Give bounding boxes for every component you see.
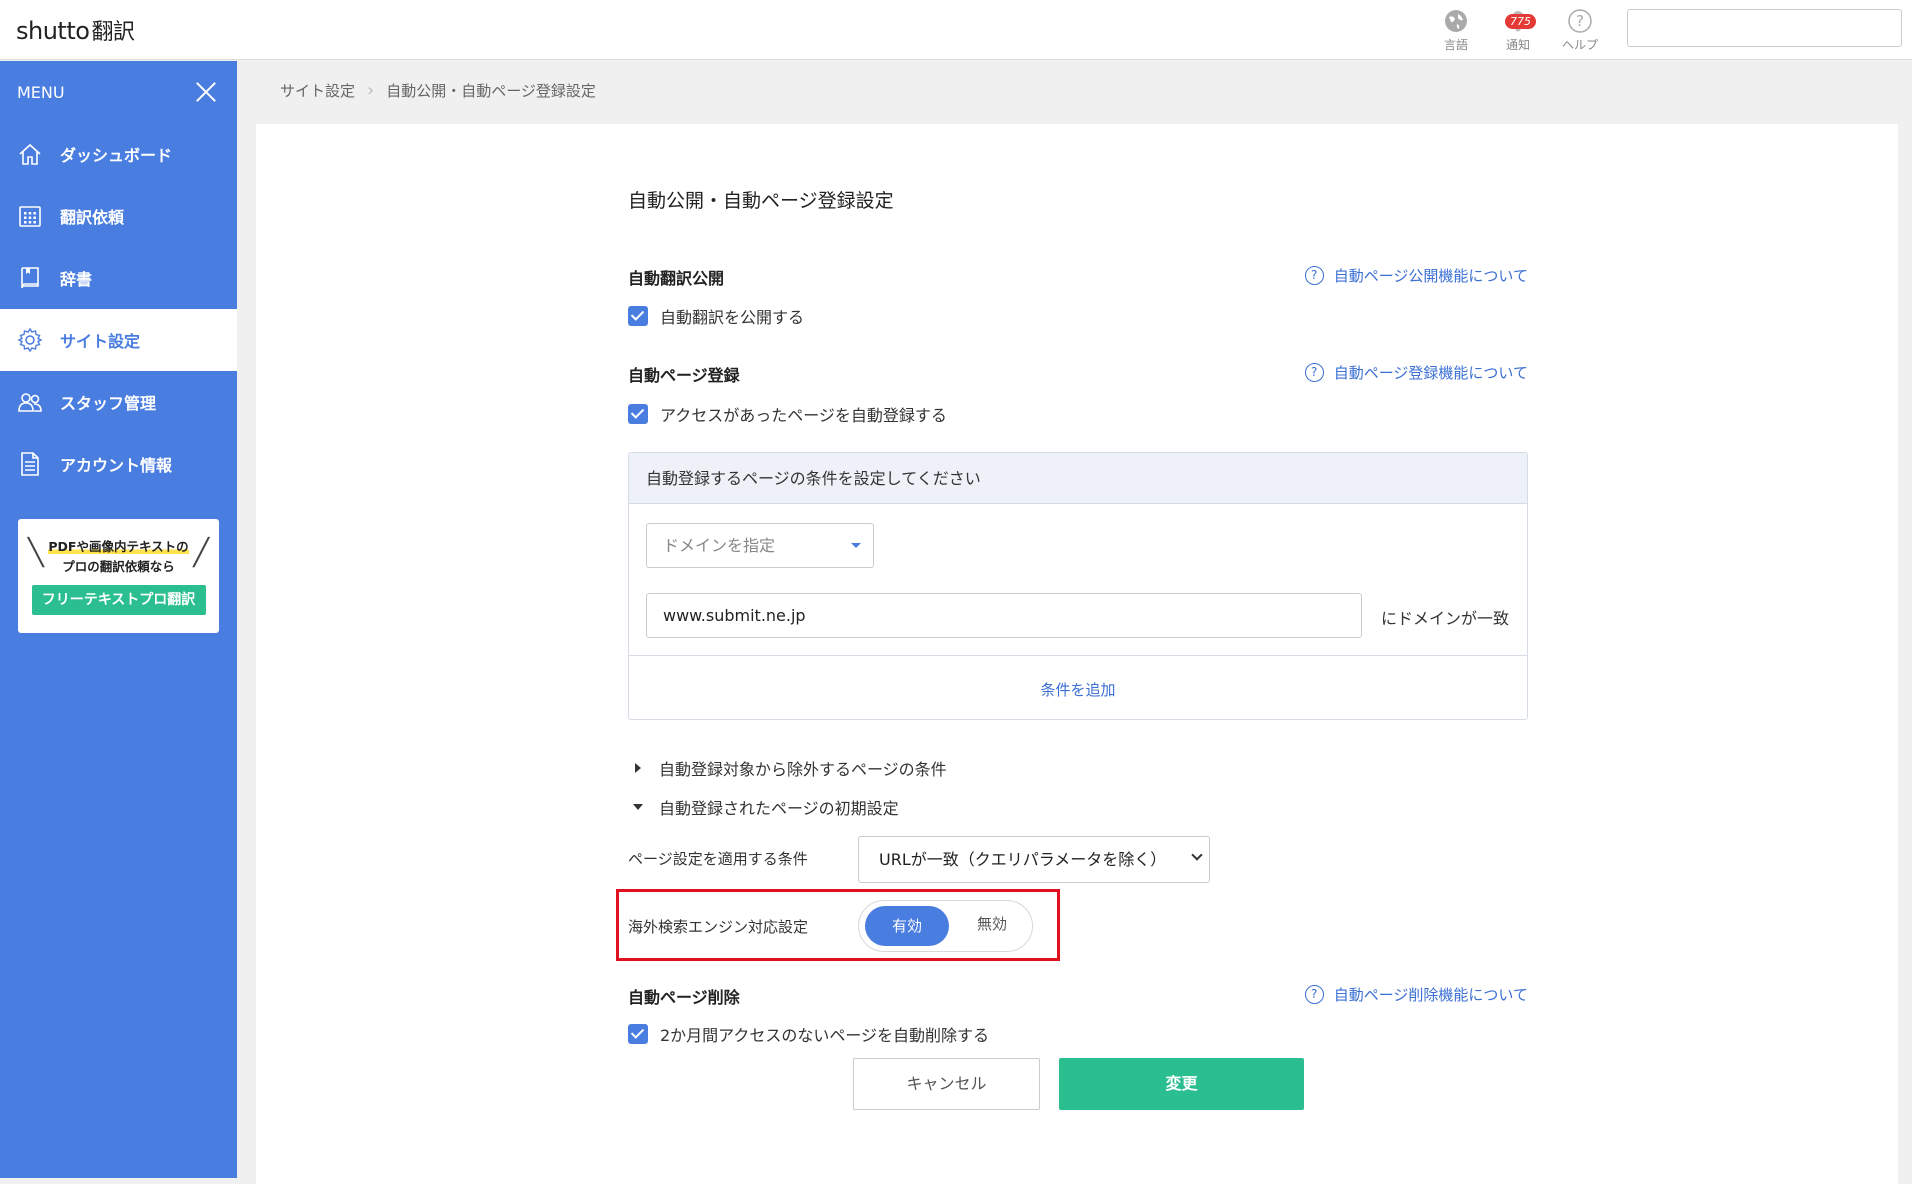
auto-delete-help-link[interactable]: ? 自動ページ削除機能について [1304,984,1528,1005]
toggle-label: 自動登録されたページの初期設定 [659,799,899,818]
seo-disabled-option[interactable]: 無効 [957,906,1027,946]
auto-delete-title: 自動ページ削除 [628,988,740,1007]
logo-text: shutto [16,17,90,45]
select-value: URLが一致（クエリパラメータを除く） [879,850,1167,869]
domain-type-select[interactable]: ドメインを指定 [646,523,874,568]
submit-button[interactable]: 変更 [1059,1058,1304,1110]
sidebar-item-label: 辞書 [60,270,93,289]
top-header: shutto翻訳 言語 775 通知 ? ヘルプ [0,0,1912,60]
auto-register-help-link[interactable]: ? 自動ページ登録機能について [1304,362,1528,383]
svg-text:?: ? [1576,12,1584,30]
free-text-translation-button[interactable]: フリーテキストプロ翻訳 [31,585,206,615]
page-condition-select[interactable]: URLが一致（クエリパラメータを除く） [858,836,1210,883]
breadcrumb: サイト設定 › 自動公開・自動ページ登録設定 [280,80,596,101]
checkbox-label: 2か月間アクセスのないページを自動削除する [660,1026,990,1045]
domain-input[interactable]: www.submit.ne.jp [646,593,1362,638]
promo-text: ╲ PDFや画像内テキストの プロの翻訳依頼なら ╱ [18,537,219,577]
caret-down-icon [633,804,643,810]
help-link-label: 自動ページ削除機能について [1333,986,1528,1004]
auto-publish-title: 自動翻訳公開 [628,269,725,288]
caret-down-icon [851,543,861,548]
users-icon [16,388,44,416]
header-search-input[interactable] [1627,9,1902,47]
sidebar-item-label: アカウント情報 [60,456,173,475]
help-link-label: 自動ページ公開機能について [1333,267,1528,285]
seo-toggle[interactable]: 有効 無効 [858,900,1033,952]
app-logo[interactable]: shutto翻訳 [16,14,135,46]
initial-settings-toggle[interactable]: 自動登録されたページの初期設定 [631,795,899,819]
help-link-label: 自動ページ登録機能について [1333,364,1528,382]
sidebar-item-label: ダッシュボード [60,146,173,165]
auto-delete-checkbox-row[interactable]: 2か月間アクセスのないページを自動削除する [628,1022,989,1046]
bell-icon: 775 [1505,8,1536,34]
auto-delete-checkbox[interactable] [628,1024,648,1044]
select-placeholder: ドメインを指定 [663,536,776,555]
main-panel: 自動公開・自動ページ登録設定 自動翻訳公開 ? 自動ページ公開機能について 自動… [256,124,1898,1184]
language-label: 言語 [1443,38,1468,52]
auto-register-checkbox[interactable] [628,404,648,424]
auto-register-title: 自動ページ登録 [628,366,740,385]
question-circle-icon: ? [1304,266,1324,285]
divider [629,655,1527,656]
condition-box: 自動登録するページの条件を設定してください ドメインを指定 www.submit… [628,452,1528,720]
notification-badge: 775 [1505,14,1536,29]
globe-icon [1443,8,1469,34]
help-menu[interactable]: ? ヘルプ [1556,6,1604,53]
notification-label: 通知 [1505,38,1530,52]
sidebar-item-label: スタッフ管理 [60,394,157,413]
book-icon [16,264,44,292]
breadcrumb-current: 自動公開・自動ページ登録設定 [386,82,596,100]
sidebar-item-staff-management[interactable]: スタッフ管理 [0,371,237,433]
sidebar-item-translation-request[interactable]: 翻訳依頼 [0,185,237,247]
question-circle-icon: ? [1304,985,1324,1004]
gear-icon [16,326,44,354]
exclude-conditions-toggle[interactable]: 自動登録対象から除外するページの条件 [631,756,947,780]
auto-publish-checkbox[interactable] [628,306,648,326]
auto-register-checkbox-row[interactable]: アクセスがあったページを自動登録する [628,402,947,426]
promo-line-2: プロの翻訳依頼なら [62,559,175,574]
seo-setting-label: 海外検索エンジン対応設定 [628,918,809,936]
chevron-right-icon: › [367,80,375,101]
logo-jp-text: 翻訳 [91,20,135,45]
language-menu[interactable]: 言語 [1432,6,1480,53]
help-label: ヘルプ [1561,38,1598,52]
document-icon [16,450,44,478]
auto-publish-checkbox-row[interactable]: 自動翻訳を公開する [628,304,804,328]
promo-line-1: PDFや画像内テキストの [48,539,189,554]
cancel-button[interactable]: キャンセル [853,1058,1040,1110]
sidebar: MENU ダッシュボード 翻訳依頼 辞書 サイト設定 スタッフ管理 アカウント情… [0,61,237,1178]
question-circle-icon: ? [1304,363,1324,382]
seo-enabled-option[interactable]: 有効 [865,906,949,946]
promo-slash-left: ╲ [28,538,44,568]
page-condition-label: ページ設定を適用する条件 [628,850,808,868]
sidebar-item-dashboard[interactable]: ダッシュボード [0,123,237,185]
sidebar-item-account-info[interactable]: アカウント情報 [0,433,237,495]
promo-card: ╲ PDFや画像内テキストの プロの翻訳依頼なら ╱ フリーテキストプロ翻訳 [18,519,219,633]
home-icon [16,140,44,168]
menu-header: MENU [0,61,237,123]
caret-right-icon [635,763,641,773]
auto-publish-help-link[interactable]: ? 自動ページ公開機能について [1304,265,1528,286]
condition-header: 自動登録するページの条件を設定してください [629,453,1527,504]
sidebar-item-label: 翻訳依頼 [60,208,125,227]
sidebar-item-dictionary[interactable]: 辞書 [0,247,237,309]
breadcrumb-site-settings[interactable]: サイト設定 [280,80,355,101]
question-icon: ? [1567,8,1593,34]
add-condition-link[interactable]: 条件を追加 [629,679,1527,700]
sidebar-item-site-settings[interactable]: サイト設定 [0,309,237,371]
close-icon[interactable] [195,81,217,103]
domain-suffix-label: にドメインが一致 [1381,609,1510,628]
notification-menu[interactable]: 775 通知 [1494,6,1542,53]
calendar-grid-icon [16,202,44,230]
menu-label: MENU [17,82,65,102]
checkbox-label: 自動翻訳を公開する [660,308,805,327]
page-title: 自動公開・自動ページ登録設定 [628,190,894,212]
checkbox-label: アクセスがあったページを自動登録する [660,406,947,425]
sidebar-item-label: サイト設定 [60,332,141,351]
toggle-label: 自動登録対象から除外するページの条件 [659,760,947,779]
promo-slash-right: ╱ [193,538,209,568]
chevron-down-icon [1191,849,1203,861]
